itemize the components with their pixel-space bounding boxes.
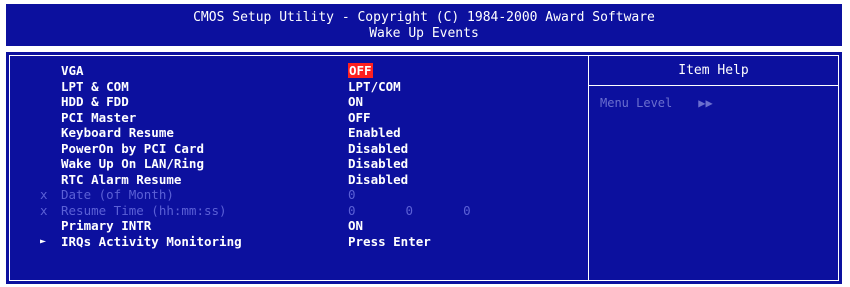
setting-row-pci-master[interactable]: PCI Master OFF xyxy=(10,110,585,126)
setting-row-vga[interactable]: VGA OFF xyxy=(10,63,585,79)
setting-label: Primary INTR xyxy=(61,218,152,233)
setting-row-rtc-alarm[interactable]: RTC Alarm Resume Disabled xyxy=(10,172,585,188)
unavailable-mark: x xyxy=(40,202,48,218)
setting-value[interactable]: Enabled xyxy=(348,125,401,141)
setting-label: LPT & COM xyxy=(61,78,129,94)
setting-label: Resume Time (hh:mm:ss) xyxy=(61,202,227,218)
settings-panel: Item Help Menu Level ▶▶ VGA OFF LPT & COM… xyxy=(6,52,842,284)
unavailable-mark: x xyxy=(40,187,48,202)
resume-second: 0 xyxy=(463,202,471,218)
panel-divider xyxy=(588,56,589,280)
setting-value[interactable]: LPT/COM xyxy=(348,79,401,95)
setting-label: Date (of Month) xyxy=(61,187,174,202)
setting-value[interactable]: OFF xyxy=(348,110,371,126)
resume-hour: 0 xyxy=(348,202,356,218)
setting-label: RTC Alarm Resume xyxy=(61,171,182,187)
resume-minute: 0 xyxy=(405,202,414,218)
setting-value[interactable]: OFF xyxy=(348,63,373,79)
setting-row-keyboard-resume[interactable]: Keyboard Resume Enabled xyxy=(10,125,585,141)
submenu-arrow-icon: ► xyxy=(40,235,47,247)
setting-row-poweron-pci-card[interactable]: PowerOn by PCI Card Disabled xyxy=(10,141,585,157)
menu-level-arrows-icon: ▶▶ xyxy=(698,96,713,110)
setting-label: PowerOn by PCI Card xyxy=(61,140,204,156)
setting-value[interactable]: Disabled xyxy=(348,156,408,172)
setting-value[interactable]: ON xyxy=(348,218,363,234)
setting-value[interactable]: Disabled xyxy=(348,172,408,188)
setting-label: Keyboard Resume xyxy=(61,125,174,140)
setting-row-lpt-com[interactable]: LPT & COM LPT/COM xyxy=(10,79,585,95)
setting-value[interactable]: Press Enter xyxy=(348,234,431,250)
menu-level-label: Menu Level xyxy=(600,96,673,110)
setting-value[interactable]: ON xyxy=(348,94,363,110)
title-bar: CMOS Setup Utility - Copyright (C) 1984-… xyxy=(6,4,842,46)
setting-row-irq-monitoring[interactable]: ► IRQs Activity Monitoring Press Enter xyxy=(10,234,585,250)
setting-value: 0 xyxy=(348,187,406,203)
menu-level-indicator: Menu Level ▶▶ xyxy=(600,96,713,110)
setting-row-wake-up-lan[interactable]: Wake Up On LAN/Ring Disabled xyxy=(10,156,585,172)
setting-label: HDD & FDD xyxy=(61,94,129,109)
setting-row-hdd-fdd[interactable]: HDD & FDD ON xyxy=(10,94,585,110)
bios-screen: CMOS Setup Utility - Copyright (C) 1984-… xyxy=(0,0,850,287)
item-help-title: Item Help xyxy=(589,56,838,86)
utility-title: CMOS Setup Utility - Copyright (C) 1984-… xyxy=(193,10,655,25)
setting-label: PCI Master xyxy=(61,109,137,125)
setting-value: 0 0 0 xyxy=(348,203,521,219)
setting-label: IRQs Activity Monitoring xyxy=(61,233,242,249)
screen-subtitle: Wake Up Events xyxy=(369,26,479,41)
setting-value[interactable]: Disabled xyxy=(348,141,408,157)
setting-row-date-of-month: x Date (of Month) 0 xyxy=(10,187,585,203)
setting-row-primary-intr[interactable]: Primary INTR ON xyxy=(10,218,585,234)
setting-row-resume-time: x Resume Time (hh:mm:ss) 0 0 0 xyxy=(10,203,585,219)
settings-list: VGA OFF LPT & COM LPT/COM HDD & FDD ON P… xyxy=(10,63,585,249)
selected-value[interactable]: OFF xyxy=(348,63,373,78)
setting-label: Wake Up On LAN/Ring xyxy=(61,156,204,171)
panel-frame: Item Help Menu Level ▶▶ VGA OFF LPT & COM… xyxy=(9,55,839,281)
date-value: 0 xyxy=(348,187,356,202)
setting-label: VGA xyxy=(61,63,84,78)
